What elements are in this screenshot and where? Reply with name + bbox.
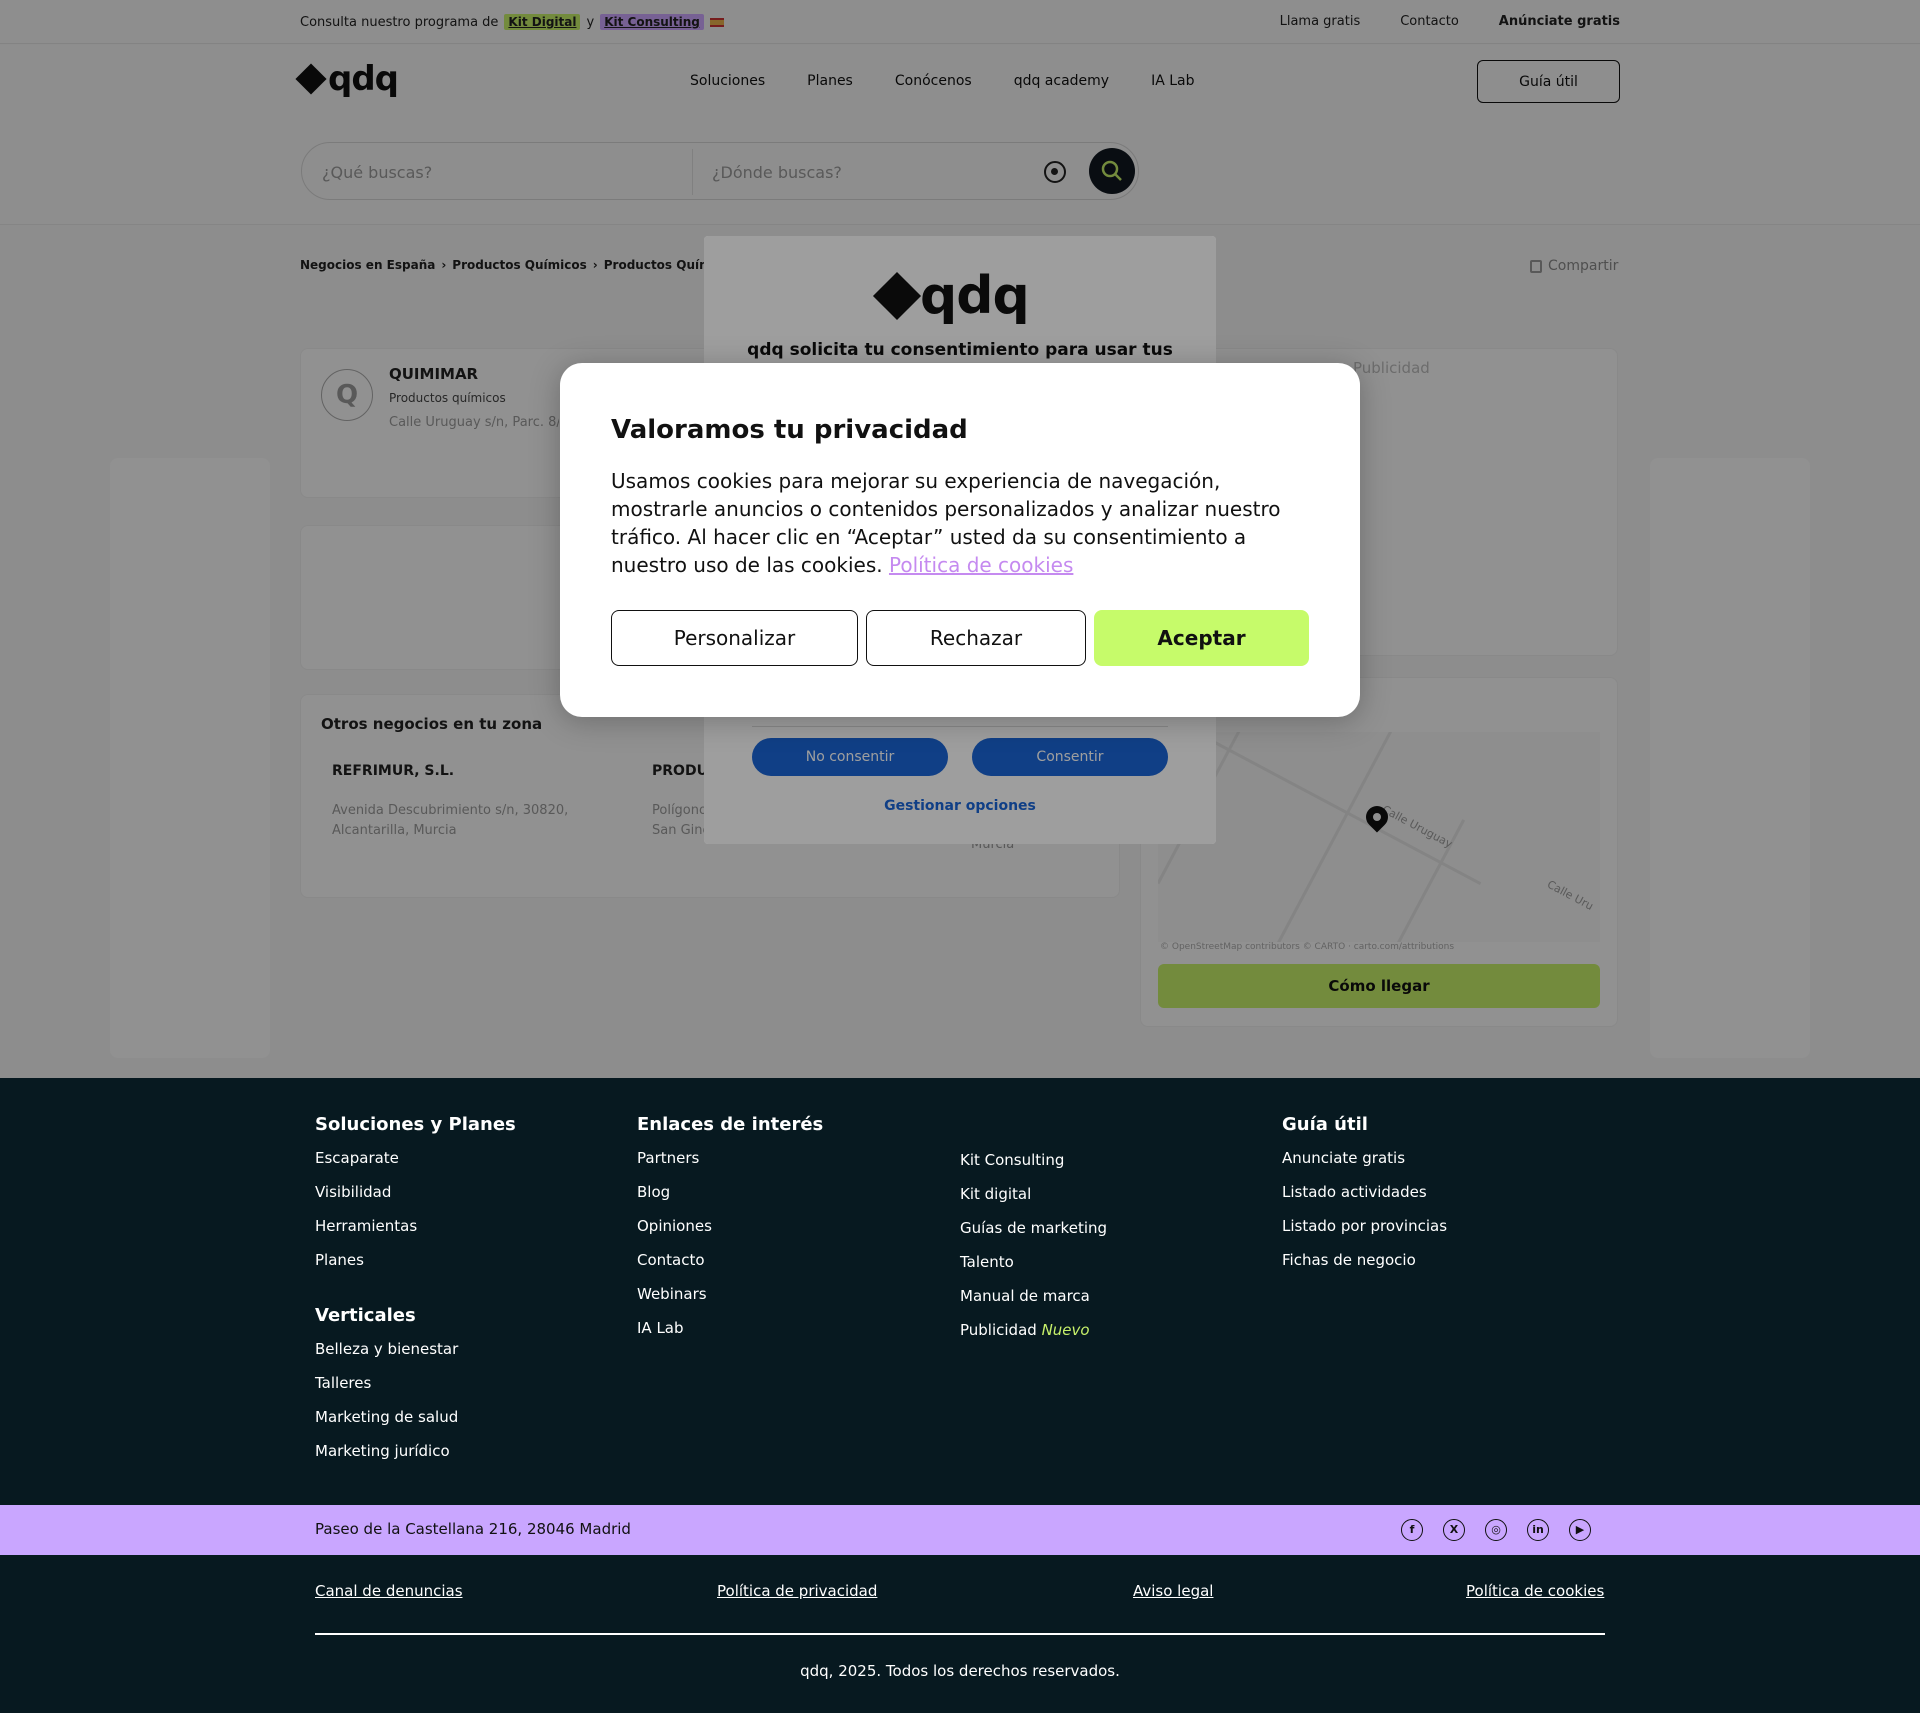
facebook-icon[interactable]: f <box>1401 1519 1423 1541</box>
footer-link[interactable]: Visibilidad <box>315 1181 516 1215</box>
cookie-policy-footer-link[interactable]: Política de cookies <box>1466 1582 1604 1600</box>
footer-column: Kit Consulting Kit digital Guías de mark… <box>960 1149 1107 1353</box>
footer-column: Soluciones y Planes Escaparate Visibilid… <box>315 1114 516 1474</box>
youtube-icon[interactable]: ▶ <box>1569 1519 1591 1541</box>
footer-link-publicidad[interactable]: Publicidad Nuevo <box>960 1319 1107 1353</box>
cookie-body: Usamos cookies para mejorar su experienc… <box>611 467 1311 579</box>
footer-link[interactable]: Opiniones <box>637 1215 823 1249</box>
footer-link[interactable]: Listado actividades <box>1282 1181 1447 1215</box>
instagram-icon[interactable]: ◎ <box>1485 1519 1507 1541</box>
footer-link[interactable]: Herramientas <box>315 1215 516 1249</box>
footer-heading: Enlaces de interés <box>637 1114 824 1135</box>
footer-link-label: Publicidad <box>960 1321 1037 1339</box>
legal-footer: Canal de denuncias Política de privacida… <box>0 1555 1920 1713</box>
reject-button[interactable]: Rechazar <box>866 610 1086 666</box>
accept-button[interactable]: Aceptar <box>1094 610 1309 666</box>
footer-link[interactable]: Kit digital <box>960 1183 1107 1217</box>
footer-divider <box>315 1633 1605 1635</box>
footer-column: Enlaces de interés Partners Blog Opinion… <box>637 1114 823 1351</box>
footer-link[interactable]: Marketing jurídico <box>315 1440 516 1474</box>
cookie-modal: Valoramos tu privacidad Usamos cookies p… <box>560 363 1360 717</box>
x-icon[interactable]: X <box>1443 1519 1465 1541</box>
footer-link[interactable]: IA Lab <box>637 1317 823 1351</box>
legal-notice-link[interactable]: Aviso legal <box>1133 1582 1213 1600</box>
footer-link[interactable]: Kit Consulting <box>960 1149 1107 1183</box>
footer-heading: Guía útil <box>1282 1114 1368 1135</box>
footer-link[interactable]: Talento <box>960 1251 1107 1285</box>
footer-link[interactable]: Anunciate gratis <box>1282 1147 1447 1181</box>
footer-column: Guía útil Anunciate gratis Listado activ… <box>1282 1114 1447 1283</box>
footer-link[interactable]: Belleza y bienestar <box>315 1338 516 1372</box>
footer-link[interactable]: Talleres <box>315 1372 516 1406</box>
footer-link[interactable]: Guías de marketing <box>960 1217 1107 1251</box>
whistleblower-link[interactable]: Canal de denuncias <box>315 1582 463 1600</box>
footer-link[interactable]: Escaparate <box>315 1147 516 1181</box>
footer-link[interactable]: Contacto <box>637 1249 823 1283</box>
personalize-button[interactable]: Personalizar <box>611 610 858 666</box>
footer-link[interactable]: Partners <box>637 1147 823 1181</box>
footer-heading: Verticales <box>315 1305 416 1326</box>
new-badge: Nuevo <box>1041 1321 1090 1339</box>
footer-heading: Soluciones y Planes <box>315 1114 516 1135</box>
cookie-title: Valoramos tu privacidad <box>611 415 968 445</box>
footer-link[interactable]: Manual de marca <box>960 1285 1107 1319</box>
address-bar: Paseo de la Castellana 216, 28046 Madrid… <box>0 1505 1920 1555</box>
footer-link[interactable]: Fichas de negocio <box>1282 1249 1447 1283</box>
footer-link[interactable]: Webinars <box>637 1283 823 1317</box>
privacy-policy-link[interactable]: Política de privacidad <box>717 1582 877 1600</box>
site-footer: Soluciones y Planes Escaparate Visibilid… <box>0 1078 1920 1505</box>
footer-link[interactable]: Listado por provincias <box>1282 1215 1447 1249</box>
footer-link[interactable]: Planes <box>315 1249 516 1283</box>
copyright: qdq, 2025. Todos los derechos reservados… <box>800 1662 1120 1680</box>
footer-link[interactable]: Marketing de salud <box>315 1406 516 1440</box>
cookie-policy-link[interactable]: Política de cookies <box>889 553 1073 577</box>
linkedin-icon[interactable]: in <box>1527 1519 1549 1541</box>
footer-link[interactable]: Blog <box>637 1181 823 1215</box>
company-address: Paseo de la Castellana 216, 28046 Madrid <box>315 1520 631 1538</box>
